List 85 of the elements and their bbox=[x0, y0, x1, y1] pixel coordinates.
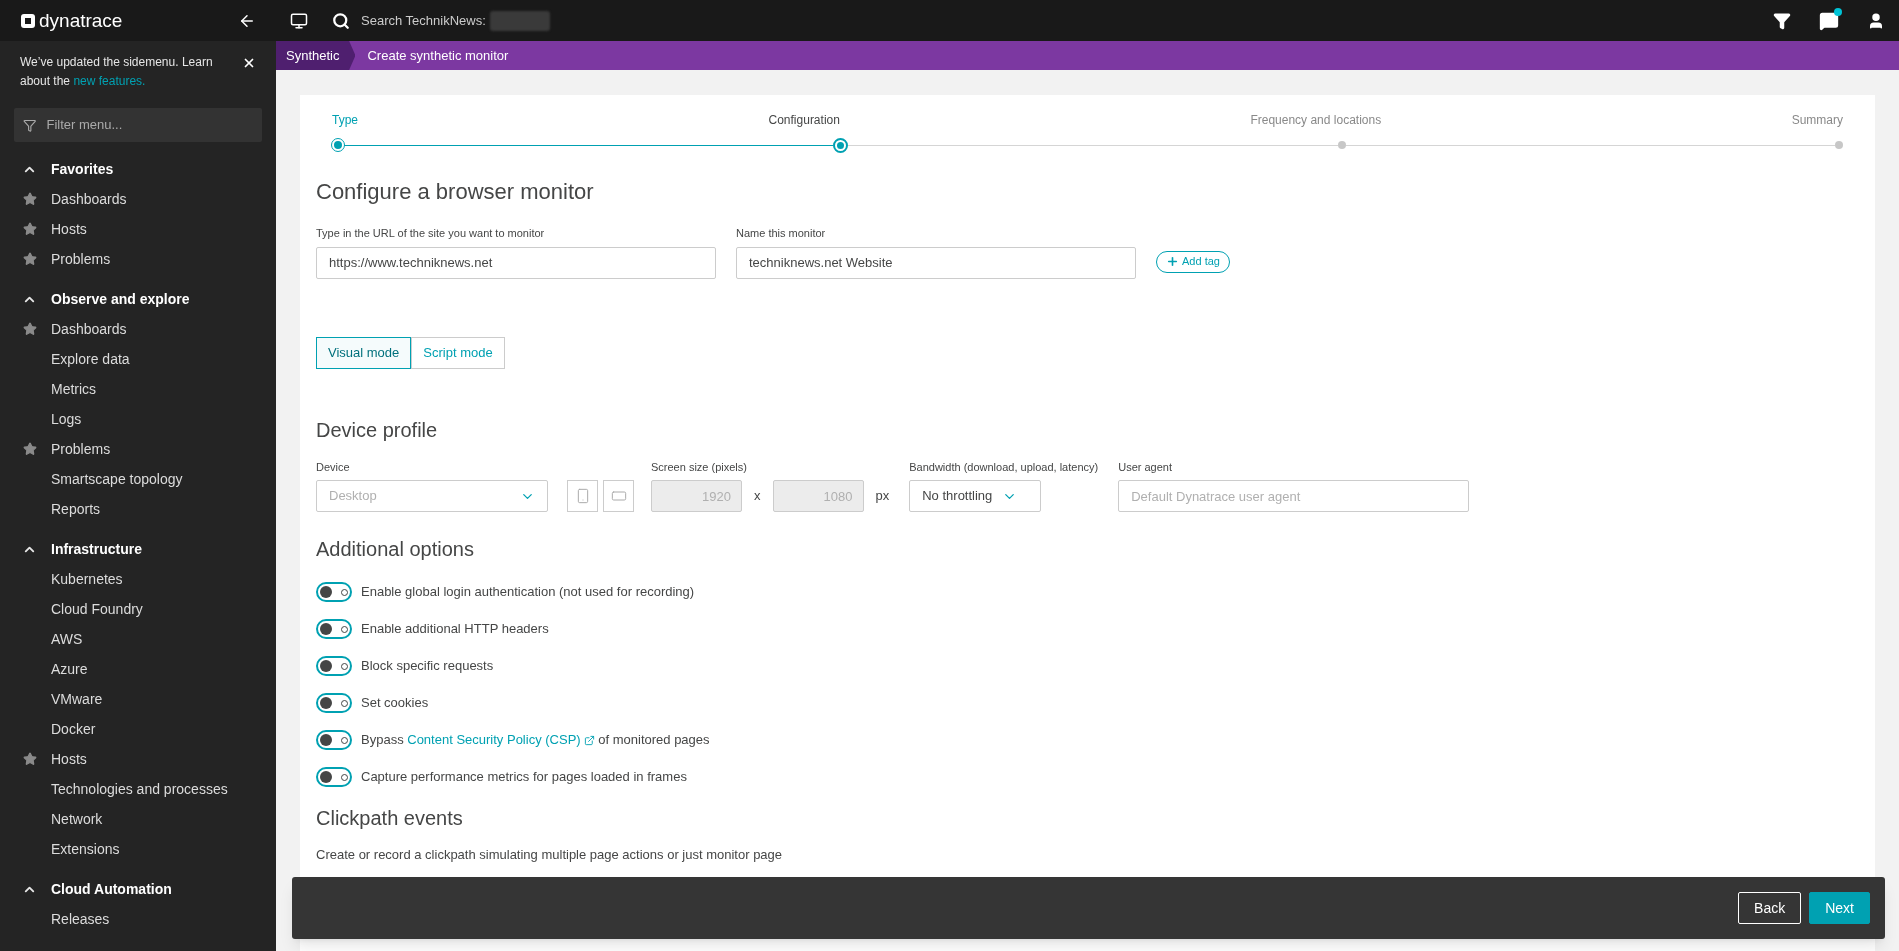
menu-item[interactable]: Releases bbox=[51, 908, 110, 930]
bandwidth-dropdown[interactable]: No throttling bbox=[909, 480, 1042, 512]
menu-item[interactable]: Problems bbox=[51, 248, 111, 270]
menu-item[interactable]: Explore data bbox=[51, 348, 130, 370]
menu-item[interactable]: Smartscape topology bbox=[51, 468, 183, 490]
toggle-switch[interactable] bbox=[316, 619, 352, 639]
chat-icon[interactable] bbox=[1819, 10, 1839, 31]
filter-icon bbox=[23, 117, 37, 133]
page-title: Configure a browser monitor bbox=[316, 178, 595, 206]
menu-item[interactable]: Technologies and processes bbox=[51, 778, 228, 800]
section-title: Additional options bbox=[316, 537, 475, 562]
logo-icon bbox=[20, 12, 36, 29]
option-label: Capture performance metrics for pages loaded in frames bbox=[361, 768, 687, 787]
star-icon[interactable] bbox=[22, 252, 37, 266]
url-field[interactable]: https://www.techniknews.net bbox=[316, 246, 716, 279]
sidemenu-notice: We’ve updated the sidemenu. Learn about the new features. bbox=[20, 54, 214, 90]
star-icon[interactable] bbox=[22, 752, 37, 766]
search-icon[interactable] bbox=[332, 11, 350, 30]
times-sign: x bbox=[754, 487, 761, 506]
menu-item[interactable]: Hosts bbox=[51, 748, 87, 770]
search-field[interactable]: Search TechnikNews: bbox=[361, 10, 486, 31]
menu-item[interactable]: Azure bbox=[51, 658, 88, 680]
breadcrumb-current: Create synthetic monitor bbox=[367, 46, 509, 65]
menu-item[interactable]: Metrics bbox=[51, 378, 97, 400]
brand-name: dynatrace bbox=[39, 11, 123, 30]
filter-field[interactable]: Filter menu... bbox=[14, 108, 262, 142]
menu-item[interactable]: Logs bbox=[51, 408, 82, 430]
external-link-icon bbox=[583, 734, 595, 746]
user-icon[interactable] bbox=[1867, 11, 1885, 30]
filter-field[interactable]: Filter menu... bbox=[46, 115, 253, 135]
section-header[interactable]: Favorites bbox=[0, 154, 276, 184]
step-label[interactable]: Frequency and locations bbox=[1250, 111, 1382, 129]
section-header[interactable]: Infrastructure bbox=[0, 534, 276, 564]
toggle-switch[interactable] bbox=[316, 730, 352, 750]
unit-label: px bbox=[875, 487, 890, 506]
breadcrumb-link[interactable]: Synthetic bbox=[276, 41, 356, 70]
monitor-icon[interactable] bbox=[290, 11, 308, 30]
section-title: Device profile bbox=[316, 417, 439, 443]
field-label: Name this monitor bbox=[736, 226, 827, 241]
field-label: Screen size (pixels) bbox=[651, 459, 748, 475]
option-label: Bypass Content Security Policy (CSP) of monitored pages bbox=[361, 730, 710, 750]
section-header[interactable]: Cloud Automation bbox=[0, 874, 276, 904]
section-title: Clickpath events bbox=[316, 806, 464, 831]
rectangle-icon bbox=[610, 488, 627, 504]
menu-item[interactable]: Hosts bbox=[51, 218, 87, 240]
option-label: Enable global login authentication (not used for recording) bbox=[361, 583, 695, 602]
toggle-switch[interactable] bbox=[316, 767, 352, 787]
plus-icon bbox=[1166, 255, 1179, 268]
menu-item[interactable]: Dashboards bbox=[51, 318, 127, 340]
star-icon[interactable] bbox=[22, 322, 37, 336]
close-icon[interactable] bbox=[242, 56, 256, 70]
mode-tab[interactable]: Visual mode bbox=[316, 336, 412, 369]
section-description: Create or record a clickpath simulating multiple page actions or just monitor page bbox=[316, 846, 784, 864]
toggle-switch[interactable] bbox=[316, 693, 352, 713]
section-header[interactable]: Observe and explore bbox=[0, 284, 276, 314]
redacted-text bbox=[489, 10, 550, 31]
toggle-switch[interactable] bbox=[316, 656, 352, 676]
name-field[interactable]: techniknews.net Website bbox=[736, 246, 1136, 279]
star-icon[interactable] bbox=[22, 222, 37, 236]
step-label[interactable]: Summary bbox=[1791, 111, 1843, 129]
menu-item[interactable]: AWS bbox=[51, 628, 83, 650]
option-label: Block specific requests bbox=[361, 657, 494, 676]
user-agent-field[interactable]: Default Dynatrace user agent bbox=[1118, 480, 1470, 512]
toggle-switch[interactable] bbox=[316, 582, 352, 602]
field-label: Type in the URL of the site you want to monitor bbox=[316, 226, 546, 241]
menu-item[interactable]: Kubernetes bbox=[51, 568, 123, 590]
menu-item[interactable]: VMware bbox=[51, 688, 103, 710]
star-icon[interactable] bbox=[22, 442, 37, 456]
menu-item[interactable]: Dashboards bbox=[51, 188, 127, 210]
menu-item[interactable]: Cloud Foundry bbox=[51, 598, 143, 620]
field-label: Bandwidth (download, upload, latency) bbox=[909, 459, 1099, 475]
menu-item[interactable]: Extensions bbox=[51, 838, 120, 860]
menu-item[interactable]: Docker bbox=[51, 718, 96, 740]
filter-icon[interactable] bbox=[1773, 11, 1791, 30]
field-label: Device bbox=[316, 459, 351, 475]
star-icon[interactable] bbox=[22, 192, 37, 206]
menu-item[interactable]: Problems bbox=[51, 438, 111, 460]
menu-item[interactable]: Network bbox=[51, 808, 103, 830]
step-label[interactable]: Configuration bbox=[768, 111, 840, 129]
menu-item[interactable]: Reports bbox=[51, 498, 101, 520]
field-label: User agent bbox=[1118, 459, 1173, 475]
option-label: Enable additional HTTP headers bbox=[361, 620, 549, 639]
option-label: Set cookies bbox=[361, 694, 429, 713]
back-button[interactable]: Back bbox=[1738, 892, 1802, 924]
new-features-link[interactable]: new features. bbox=[73, 74, 146, 88]
